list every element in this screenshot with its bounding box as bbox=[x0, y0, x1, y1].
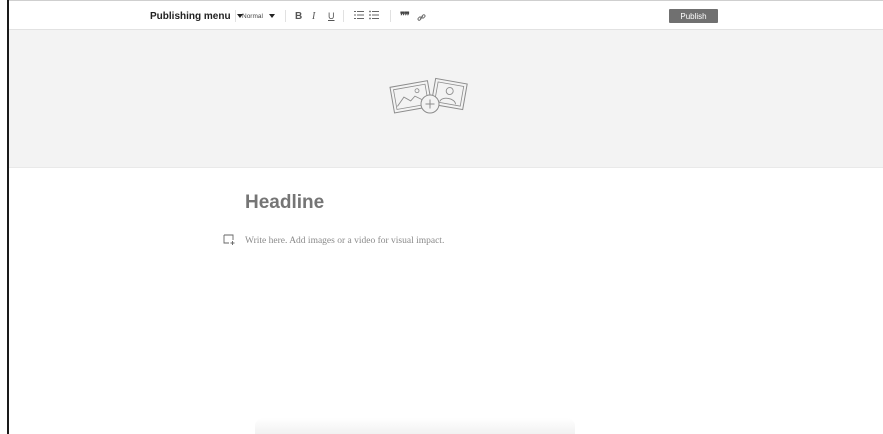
bold-button[interactable]: B bbox=[295, 9, 302, 23]
formatting-toolbar: Publishing menu Normal B I U ❞❞ Publish bbox=[9, 1, 883, 30]
toolbar-divider bbox=[343, 10, 344, 22]
toolbar-divider bbox=[235, 10, 236, 22]
publishing-menu-button[interactable]: Publishing menu bbox=[150, 9, 243, 23]
numbered-list-icon bbox=[354, 11, 364, 19]
chevron-down-icon bbox=[268, 14, 275, 18]
toolbar-divider bbox=[390, 10, 391, 22]
italic-button[interactable]: I bbox=[312, 9, 315, 23]
publishing-menu-label: Publishing menu bbox=[150, 10, 231, 22]
bulleted-list-button[interactable] bbox=[369, 10, 379, 20]
editor-window: Publishing menu Normal B I U ❞❞ Publish … bbox=[0, 0, 883, 434]
bulleted-list-icon bbox=[369, 10, 379, 20]
text-style-label: Normal bbox=[242, 12, 263, 20]
quote-icon: ❞❞ bbox=[400, 10, 410, 22]
text-style-dropdown[interactable]: Normal bbox=[242, 9, 275, 23]
insert-media-icon[interactable] bbox=[223, 234, 235, 245]
add-cover-image-icon[interactable] bbox=[387, 76, 471, 116]
link-icon bbox=[417, 13, 426, 21]
underline-button[interactable]: U bbox=[328, 9, 335, 23]
body-text-input[interactable]: Write here. Add images or a video for vi… bbox=[245, 236, 444, 246]
toolbar-divider bbox=[285, 10, 286, 22]
numbered-list-button[interactable] bbox=[354, 10, 364, 20]
bottom-shadow bbox=[255, 418, 575, 434]
headline-input[interactable]: Headline bbox=[245, 192, 324, 214]
cover-image-dropzone[interactable] bbox=[9, 30, 883, 168]
publish-button[interactable]: Publish bbox=[669, 9, 718, 23]
quote-button[interactable]: ❞❞ bbox=[400, 9, 410, 23]
link-button[interactable] bbox=[417, 10, 426, 24]
